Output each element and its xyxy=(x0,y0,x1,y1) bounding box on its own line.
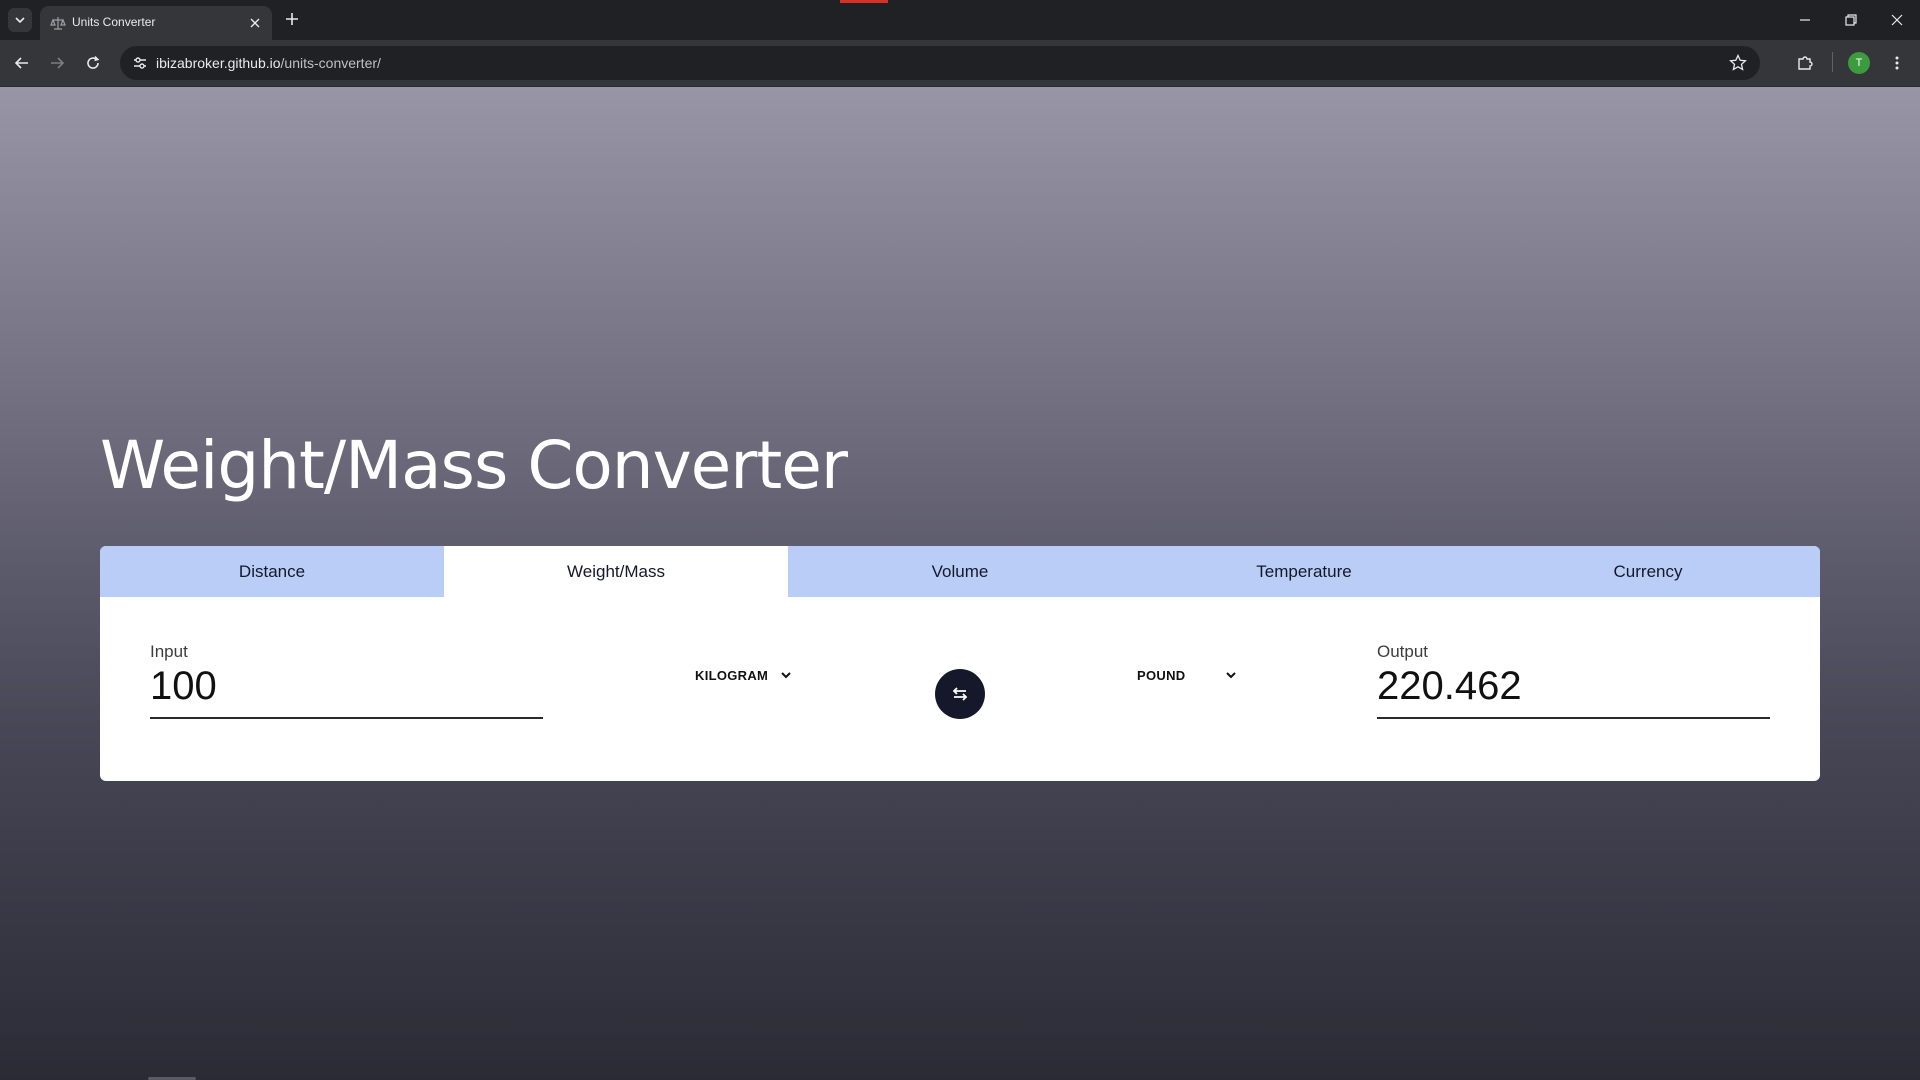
back-button[interactable] xyxy=(10,51,34,75)
from-unit-value: KILOGRAM xyxy=(695,667,769,683)
bookmark-button[interactable] xyxy=(1728,53,1748,73)
page-title: Weight/Mass Converter xyxy=(100,427,848,504)
tab-volume[interactable]: Volume xyxy=(788,546,1132,597)
extensions-button[interactable] xyxy=(1794,52,1816,74)
tune-icon xyxy=(134,57,146,69)
more-vert-icon xyxy=(1895,56,1899,70)
tab-distance[interactable]: Distance xyxy=(100,546,444,597)
recording-indicator xyxy=(840,0,888,3)
reload-icon xyxy=(87,56,100,69)
tab-weight-mass[interactable]: Weight/Mass xyxy=(444,546,788,597)
minimize-button[interactable] xyxy=(1782,0,1828,40)
close-icon xyxy=(1891,14,1903,26)
puzzle-icon xyxy=(1798,56,1813,70)
page-viewport: Weight/Mass Converter Distance Weight/Ma… xyxy=(0,87,1920,1080)
star-icon xyxy=(1729,54,1747,71)
arrow-left-icon xyxy=(14,57,28,69)
input-field[interactable]: 100 xyxy=(150,664,217,709)
to-unit-value: POUND xyxy=(1137,667,1186,683)
minimize-icon xyxy=(1800,19,1810,21)
profile-avatar[interactable]: T xyxy=(1848,52,1870,74)
reload-button[interactable] xyxy=(81,51,105,75)
restore-button[interactable] xyxy=(1828,0,1874,40)
to-unit-select[interactable]: POUND xyxy=(1137,660,1237,690)
browser-titlebar: Units Converter xyxy=(0,0,1920,40)
tab-search-button[interactable] xyxy=(8,8,32,32)
tab-currency[interactable]: Currency xyxy=(1476,546,1820,597)
chevron-down-icon xyxy=(15,17,25,24)
toolbar-divider xyxy=(1832,52,1833,72)
output-label: Output xyxy=(1377,642,1429,661)
input-underline xyxy=(150,717,543,719)
chevron-down-icon xyxy=(781,672,791,679)
scale-icon xyxy=(50,17,66,30)
close-window-button[interactable] xyxy=(1874,0,1920,40)
forward-button[interactable] xyxy=(45,51,69,75)
restore-icon xyxy=(1845,14,1857,26)
from-unit-select[interactable]: KILOGRAM xyxy=(695,660,792,690)
close-icon xyxy=(250,18,260,28)
output-underline xyxy=(1377,717,1770,719)
browser-tab-active[interactable]: Units Converter xyxy=(40,6,272,40)
arrow-right-icon xyxy=(51,57,65,69)
converter-card: Distance Weight/Mass Volume Temperature … xyxy=(100,546,1820,781)
plus-icon xyxy=(286,13,298,25)
new-tab-button[interactable] xyxy=(282,9,302,29)
tab-temperature[interactable]: Temperature xyxy=(1132,546,1476,597)
browser-toolbar: ibizabroker.github.io/units-converter/ xyxy=(0,40,1920,87)
converter-tabs: Distance Weight/Mass Volume Temperature … xyxy=(100,546,1820,597)
swap-arrows-icon xyxy=(952,687,968,701)
tab-close-button[interactable] xyxy=(246,14,264,32)
input-label: Input xyxy=(150,642,188,661)
tab-title: Units Converter xyxy=(72,15,156,29)
browser-menu-button[interactable] xyxy=(1886,52,1908,74)
url-path: /units-converter/ xyxy=(280,55,381,71)
address-bar[interactable]: ibizabroker.github.io/units-converter/ xyxy=(120,46,1760,80)
chevron-down-icon xyxy=(1226,672,1237,679)
url-text: ibizabroker.github.io/units-converter/ xyxy=(156,55,381,71)
site-info-button[interactable] xyxy=(130,53,150,73)
swap-units-button[interactable] xyxy=(935,669,985,719)
url-host: ibizabroker.github.io xyxy=(156,55,281,71)
output-field[interactable]: 220.462 xyxy=(1377,664,1522,709)
